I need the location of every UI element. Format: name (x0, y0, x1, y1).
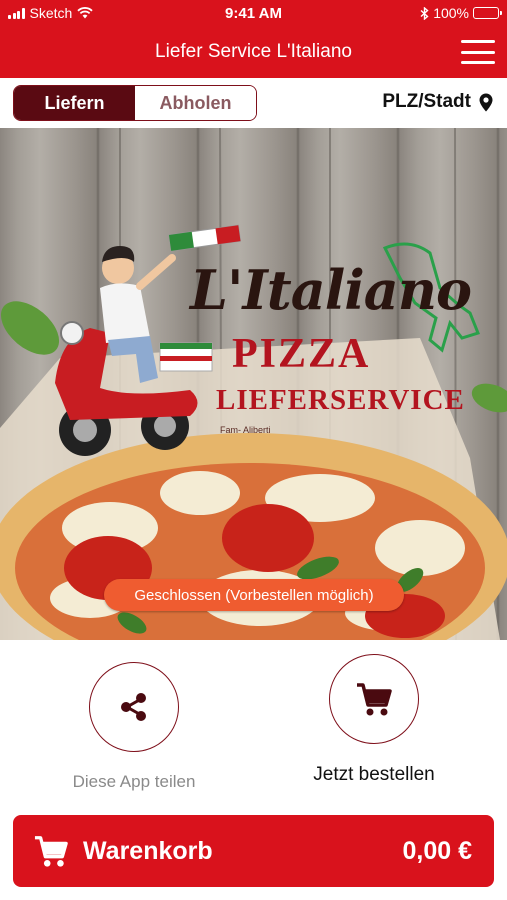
mode-toggle-row: Liefern Abholen PLZ/Stadt (0, 78, 507, 128)
location-selector[interactable]: PLZ/Stadt (382, 91, 493, 113)
delivery-mode-toggle: Liefern Abholen (13, 85, 257, 121)
status-right: 100% (420, 5, 502, 21)
nav-bar: Liefer Service L'Italiano (0, 26, 507, 78)
location-label: PLZ/Stadt (382, 91, 471, 112)
bluetooth-icon (420, 6, 429, 20)
cart-button[interactable]: Warenkorb 0,00 € (13, 815, 494, 887)
order-now-button[interactable]: Jetzt bestellen (296, 654, 452, 786)
location-pin-icon (479, 93, 493, 111)
page-title: Liefer Service L'Italiano (155, 41, 352, 62)
share-icon (121, 693, 146, 721)
status-badge: Geschlossen (Vorbestellen möglich) (104, 579, 404, 611)
logo-family: Fam- Aliberti (220, 425, 271, 435)
cart-total: 0,00 € (402, 836, 472, 865)
share-circle[interactable] (89, 662, 179, 752)
battery-icon (473, 7, 502, 19)
logo-pizza: PIZZA (232, 331, 371, 377)
tab-liefern[interactable]: Liefern (14, 86, 135, 120)
cart-label: Warenkorb (83, 836, 213, 865)
battery-percent: 100% (433, 5, 469, 21)
hero-banner: L'Italiano PIZZA LIEFERSERVICE Fam- Alib… (0, 128, 507, 640)
cart-icon (34, 836, 68, 867)
share-app-button[interactable]: Diese App teilen (60, 662, 208, 792)
logo-lieferservice: LIEFERSERVICE (216, 384, 465, 416)
tab-abholen[interactable]: Abholen (135, 86, 256, 120)
share-label: Diese App teilen (72, 772, 196, 791)
logo-wordmark: L'Italiano (190, 258, 472, 322)
order-circle[interactable] (329, 654, 419, 744)
order-label: Jetzt bestellen (313, 764, 435, 785)
cart-icon (357, 683, 392, 716)
status-bar: Sketch 9:41 AM 100% (0, 0, 507, 26)
hamburger-menu-icon[interactable] (461, 40, 495, 64)
